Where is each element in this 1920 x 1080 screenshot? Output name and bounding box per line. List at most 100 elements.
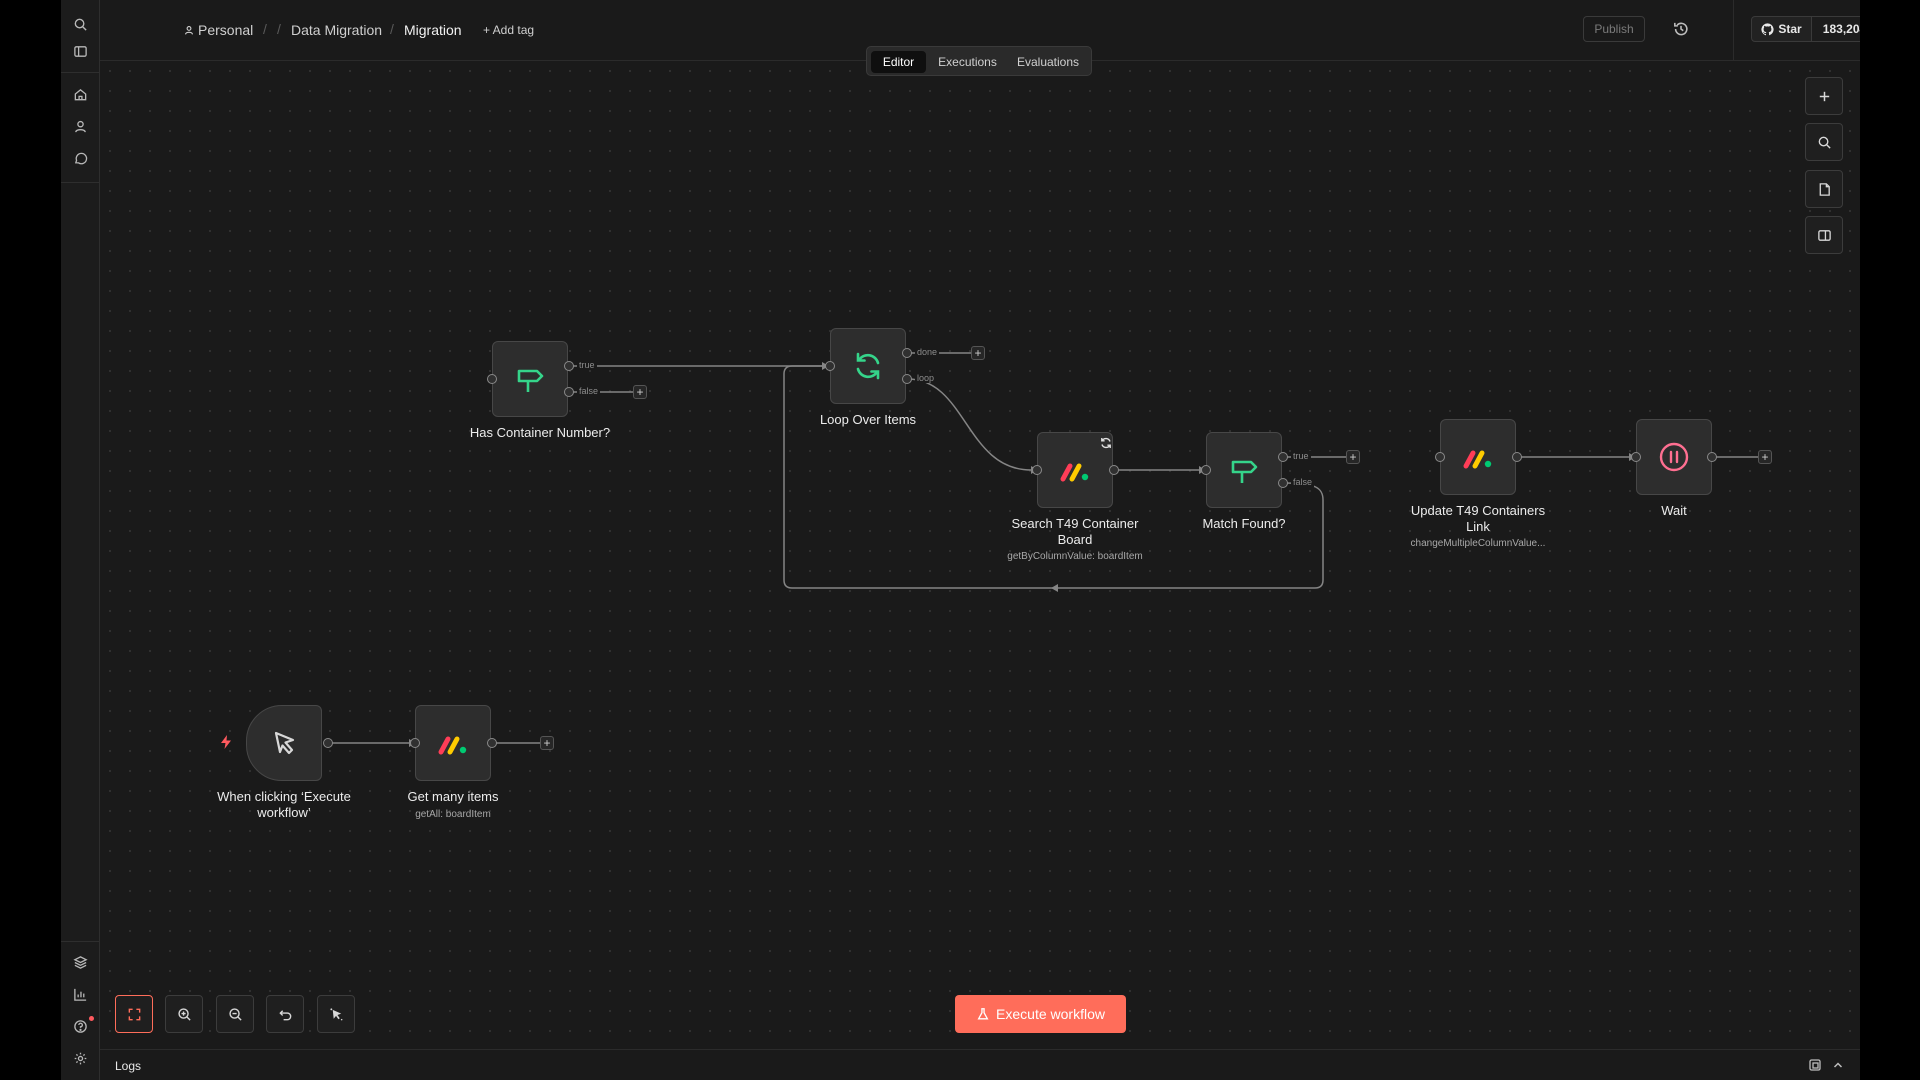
toggle-side-panel-button[interactable]: [1805, 216, 1843, 254]
github-icon: [1761, 22, 1774, 35]
node-subtitle: changeMultipleColumnValue...: [1410, 538, 1546, 549]
node-has-container-number[interactable]: [492, 341, 568, 417]
node-get-many-items[interactable]: [415, 705, 491, 781]
search-icon[interactable]: [69, 13, 91, 35]
search-icon: [1818, 136, 1831, 149]
execute-workflow-button[interactable]: Execute workflow: [955, 995, 1126, 1033]
output-handle[interactable]: [1707, 452, 1717, 462]
insights-chart-icon[interactable]: [69, 983, 91, 1005]
pause-circle-icon: [1659, 442, 1689, 472]
zoom-in-button[interactable]: [165, 995, 203, 1033]
node-update-t49-containers-link[interactable]: [1440, 419, 1516, 495]
plus-icon: [1819, 91, 1829, 101]
sync-icon: [1101, 437, 1111, 449]
output-handle[interactable]: [323, 738, 333, 748]
app-window: Personal / / Data Migration / Migration …: [61, 0, 1860, 1080]
add-node-button[interactable]: +: [971, 346, 985, 360]
edge-label-true: true: [577, 360, 597, 370]
popout-icon[interactable]: [1808, 1058, 1822, 1072]
add-node-button[interactable]: +: [1346, 450, 1360, 464]
add-node-button[interactable]: +: [633, 385, 647, 399]
workflow-name[interactable]: Migration: [404, 22, 462, 38]
execute-workflow-label: Execute workflow: [996, 1006, 1105, 1022]
tab-executions[interactable]: Executions: [930, 51, 1005, 73]
node-title: Update T49 Containers Link: [1410, 503, 1546, 534]
node-manual-trigger[interactable]: [246, 705, 322, 781]
history-icon[interactable]: [1672, 20, 1690, 38]
tab-editor[interactable]: Editor: [871, 51, 926, 73]
lightning-bolt-icon: [221, 735, 231, 749]
output-handle[interactable]: [1109, 465, 1119, 475]
logs-panel-bar[interactable]: Logs: [100, 1049, 1860, 1080]
fit-screen-icon: [128, 1008, 140, 1020]
output-handle-loop[interactable]: [902, 374, 912, 384]
output-handle[interactable]: [487, 738, 497, 748]
breadcrumb-separator: /: [277, 21, 281, 37]
output-handle-true[interactable]: [564, 361, 574, 371]
signpost-icon: [1231, 460, 1258, 483]
edge-label-false: false: [1291, 477, 1315, 487]
output-handle-false[interactable]: [564, 387, 574, 397]
side-panel-icon: [1817, 229, 1831, 241]
settings-gear-icon[interactable]: [69, 1047, 91, 1069]
refresh-icon: [856, 352, 880, 380]
chat-icon[interactable]: [69, 147, 91, 169]
home-icon[interactable]: [69, 83, 91, 105]
undo-icon: [278, 1009, 291, 1020]
breadcrumb-project[interactable]: Personal: [198, 22, 253, 38]
node-subtitle: getByColumnValue: boardItem: [1007, 551, 1143, 562]
output-handle-done[interactable]: [902, 348, 912, 358]
add-node-panel-button[interactable]: [1805, 77, 1843, 115]
node-subtitle: getAll: boardItem: [415, 809, 491, 820]
github-star-button[interactable]: Star: [1751, 16, 1812, 42]
github-star-label: Star: [1778, 22, 1802, 36]
view-tabs: Editor Executions Evaluations: [866, 46, 1092, 76]
search-nodes-button[interactable]: [1805, 123, 1843, 161]
user-icon: [185, 26, 193, 35]
monday-logo-icon: [1463, 450, 1492, 469]
templates-icon[interactable]: [69, 951, 91, 973]
output-handle-true[interactable]: [1278, 452, 1288, 462]
sticky-note-button[interactable]: [1805, 170, 1843, 208]
notification-dot: [89, 1016, 94, 1021]
node-title: Loop Over Items: [819, 412, 917, 427]
note-icon: [1819, 182, 1830, 196]
panel-toggle-icon[interactable]: [69, 40, 91, 62]
breadcrumb-folder[interactable]: Data Migration: [291, 22, 382, 38]
breadcrumb-separator: /: [263, 21, 267, 37]
zoom-out-button[interactable]: [216, 995, 254, 1033]
edge-label-done: done: [915, 347, 940, 357]
node-title: Get many items: [407, 789, 499, 804]
node-title: Search T49 Container Board: [1011, 516, 1139, 547]
edge-label-false: false: [577, 386, 601, 396]
magic-cursor-icon: [329, 1007, 342, 1020]
add-node-button[interactable]: +: [1758, 450, 1772, 464]
node-wait[interactable]: [1636, 419, 1712, 495]
add-node-button[interactable]: +: [540, 736, 554, 750]
tab-evaluations[interactable]: Evaluations: [1009, 51, 1087, 73]
workflow-canvas[interactable]: [100, 61, 1860, 1050]
sidebar: [61, 0, 100, 1080]
node-loop-over-items[interactable]: [830, 328, 906, 404]
output-handle-false[interactable]: [1278, 478, 1288, 488]
tidy-up-button[interactable]: [317, 995, 355, 1033]
flask-icon: [977, 1008, 989, 1020]
output-handle[interactable]: [1512, 452, 1522, 462]
add-tag-button[interactable]: + Add tag: [483, 23, 534, 37]
chevron-up-icon[interactable]: [1831, 1058, 1845, 1072]
breadcrumb-separator: /: [390, 21, 394, 37]
zoom-in-icon: [177, 1007, 191, 1021]
user-icon[interactable]: [69, 115, 91, 137]
github-star-count[interactable]: 183,204: [1811, 16, 1860, 42]
logs-label: Logs: [115, 1059, 142, 1073]
fit-view-button[interactable]: [115, 995, 153, 1033]
publish-button[interactable]: Publish: [1583, 16, 1645, 42]
help-icon[interactable]: [69, 1015, 91, 1037]
undo-button[interactable]: [266, 995, 304, 1033]
monday-logo-icon: [438, 736, 467, 755]
edge-label-true: true: [1291, 451, 1311, 461]
zoom-out-icon: [228, 1007, 242, 1021]
edge-label-loop: loop: [915, 373, 937, 383]
node-match-found[interactable]: [1206, 432, 1282, 508]
cursor-icon: [274, 731, 295, 755]
